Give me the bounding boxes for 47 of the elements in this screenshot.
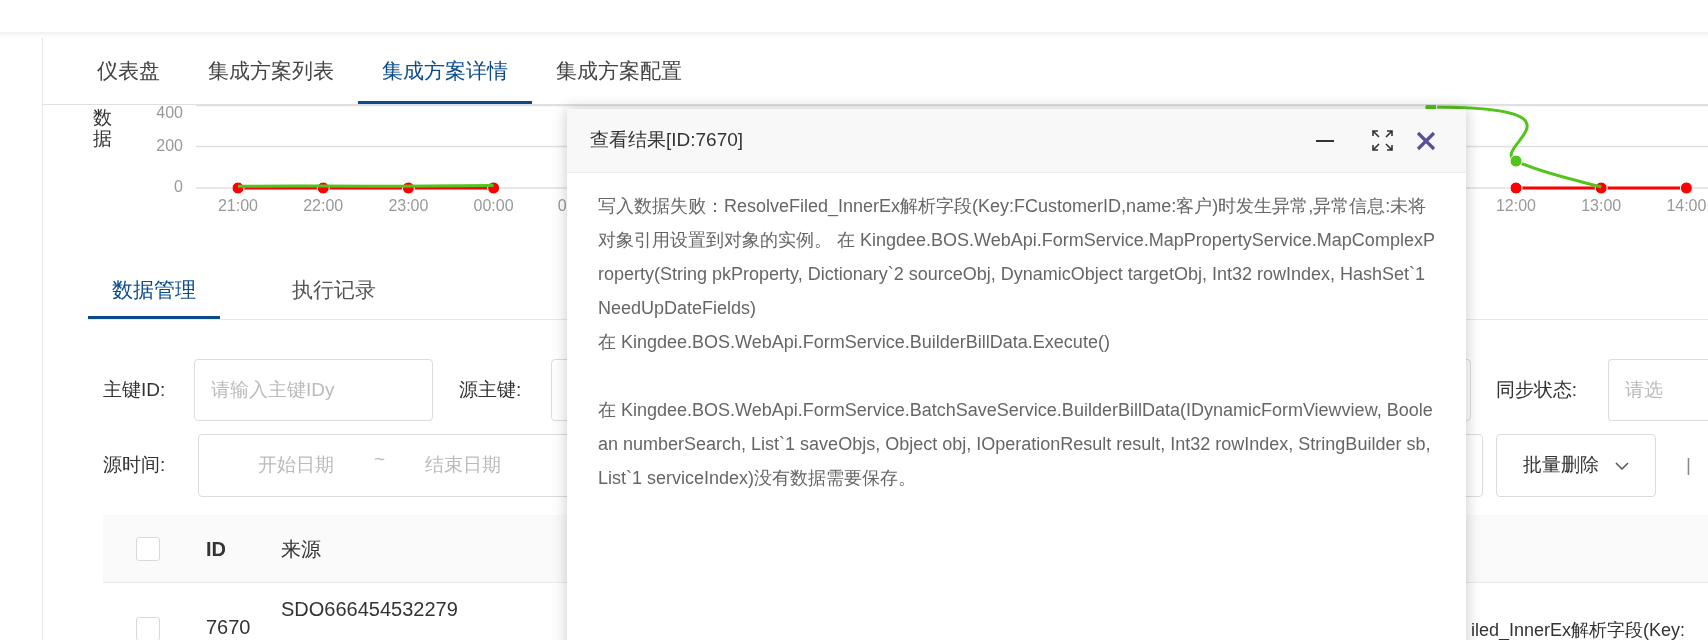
field-label: 源时间: [103,453,167,478]
column-header: ID [206,536,227,562]
dialog-title: 查看结果[ID:7670] [590,128,744,153]
tab[interactable]: 集成方案配置 [532,38,706,104]
select-field[interactable]: 请选 [1608,359,1708,421]
input-field[interactable]: 请输入主键IDy [193,359,433,421]
axis-tick-label: 12:00 [1496,197,1536,214]
tab[interactable]: 集成方案详情 [358,38,532,104]
field-label: 主键ID: [103,377,167,402]
table-cell-text: 7670 [206,616,252,640]
tab[interactable]: 仪表盘 [73,38,184,104]
separator-text: | [1686,453,1691,478]
tab[interactable]: 集成方案列表 [184,38,358,104]
message-paragraph: 在 Kingdee.BOS.WebApi.FormService.BatchSaveService.BuilderBillData(IDynamicFormViewview, Boolean numberSearch, List`1 saveObjs, Object obj, IOperationResult result, Int32 rowIndex, StringBuilder sb, List`1 serviceIndex)没有数据需要保存。 [598,399,1434,490]
axis-tick-label: 200 [156,136,183,154]
data-point [231,181,245,195]
axis-tick-label: 13:00 [1581,197,1622,214]
table-cell-text: SDO666454532279 [281,597,459,622]
fullscreen-icon[interactable] [1372,130,1393,151]
axis-tick-label: 0 [174,178,183,196]
field-label: 源主键: [458,377,523,402]
data-point [1509,154,1523,168]
data-point [1509,181,1523,195]
chevron-down-icon [1615,461,1629,470]
close-icon[interactable] [1416,130,1436,151]
bulk-delete-button[interactable]: 批量删除 [1496,434,1656,497]
message-paragraph: 在 Kingdee.BOS.WebApi.FormService.BuilderBillData.Execute() [598,331,1111,354]
axis-tick-label: 23:00 [388,197,429,214]
axis-tick-label: 14:00 [1666,197,1707,214]
axis-tick-label: 400 [156,105,183,122]
tab[interactable]: 执行记录 [268,263,400,319]
axis-tick-label: 21:00 [218,197,258,214]
checkbox[interactable] [136,536,160,561]
message-paragraph: 写入数据失败：ResolveFiled_InnerEx解析字段(Key:FCustomerID,name:客户)时发生异常,异常信息:未将对象引用设置到对象的实例。 在 Kingdee.BOS.WebApi.FormService.MapPropertyService.MapComplexProperty(String pkProperty, Dictionary`2 sourceObj, DynamicObject targetObj, Int32 rowIndex, HashSet`1 NeedUpDateFields) [598,195,1435,320]
start-date-placeholder: 开始日期 [258,453,334,478]
table-cell: iled_InnerEx解析字段(Key: [1471,619,1686,640]
axis-tick-label: 22:00 [303,197,344,214]
column-header: 来源 [281,536,321,562]
checkbox[interactable] [136,617,160,640]
field-label: 同步状态: [1495,377,1579,402]
range-separator: ~ [374,447,386,472]
end-date-placeholder: 结束日期 [425,453,502,478]
tab[interactable]: 数据管理 [88,263,220,319]
axis-title: 数据 [93,107,112,149]
axis-tick-label: 0 [557,197,567,214]
axis-tick-label: 00:00 [473,197,514,214]
data-point [1679,181,1693,195]
